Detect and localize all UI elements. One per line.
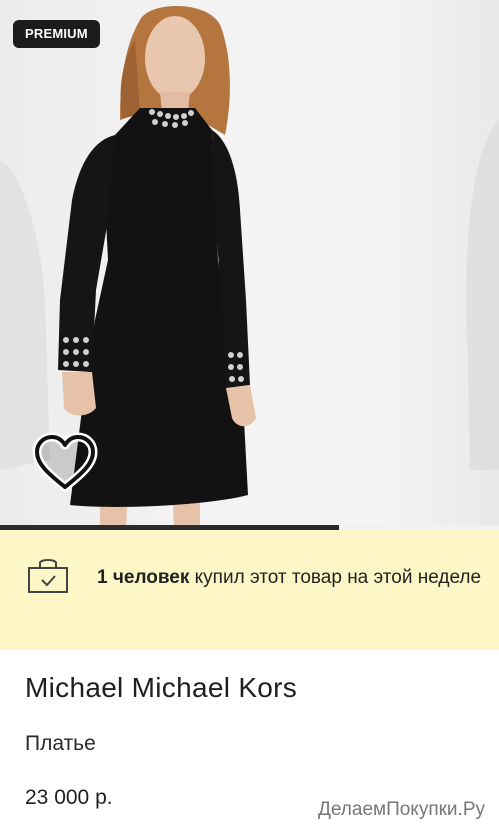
purchase-count: 1 человек (97, 567, 190, 588)
product-price: 23 000 р. (25, 786, 113, 809)
product-category: Платье (25, 732, 96, 755)
purchase-notice-text: 1 человек купил этот товар на этой недел… (97, 559, 487, 597)
shopping-bag-check-icon (28, 559, 68, 593)
purchase-notice-message: купил этот товар на этой неделе (189, 567, 482, 588)
watermark: ДелаемПокупки.Ру (317, 799, 485, 820)
premium-badge: PREMIUM (13, 20, 100, 48)
product-brand: Michael Michael Kors (25, 672, 298, 703)
product-photo[interactable]: PREMIUM (0, 0, 499, 530)
wishlist-button[interactable] (32, 432, 98, 494)
heart-icon (32, 432, 98, 492)
